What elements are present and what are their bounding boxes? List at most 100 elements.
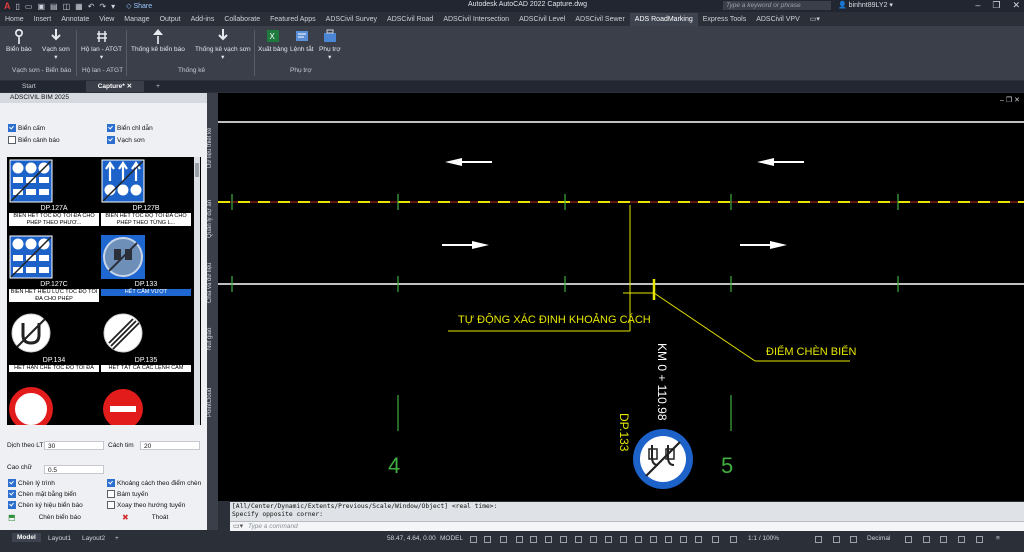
cao-chu-input[interactable]: 0.5: [44, 465, 104, 474]
ribbon-tab-adscivil-vpv[interactable]: ADSCivil VPV: [751, 13, 805, 26]
lock-ui-icon[interactable]: [923, 536, 930, 543]
ribbon-tab-featured-apps[interactable]: Featured Apps: [265, 13, 321, 26]
open-icon[interactable]: ▭: [25, 2, 33, 11]
side-tab-nut-giao[interactable]: Nút giao: [207, 319, 218, 359]
checkbox[interactable]: [107, 501, 115, 509]
tab-start[interactable]: Start: [10, 81, 48, 92]
close-icon[interactable]: ✕: [1012, 0, 1020, 11]
option-xoay-theo-huong[interactable]: Xoay theo hướng tuyến: [107, 501, 185, 509]
graphics-performance-icon[interactable]: [958, 536, 965, 543]
chen-bien-bao-button[interactable]: ⬒ Chèn biển báo: [8, 513, 81, 522]
3d-osnap-icon[interactable]: [650, 536, 657, 543]
ribbon-tab-annotate[interactable]: Annotate: [56, 13, 94, 26]
ribbon-overflow-button[interactable]: ▭▾: [805, 13, 825, 26]
side-tab-pointcloud[interactable]: PointCloud: [207, 377, 218, 427]
model-space-toggle[interactable]: MODEL: [440, 535, 463, 542]
sign-grid-scrollbar[interactable]: [194, 157, 200, 425]
annotation-scale[interactable]: 1:1 / 100%: [748, 535, 779, 542]
option-khoang-cach[interactable]: Khoảng cách theo điểm chèn: [107, 479, 201, 487]
drawing-canvas[interactable]: TỰ ĐỘNG XÁC ĐỊNH KHOẢNG CÁCH ĐIỂM CHÈN B…: [218, 93, 1024, 501]
thoat-button[interactable]: ✖ Thoát: [122, 513, 168, 522]
vach-son-button[interactable]: Vạch sơn ▾: [42, 28, 70, 61]
annotation-monitor-icon[interactable]: [833, 536, 840, 543]
save-icon[interactable]: ▣: [37, 2, 45, 11]
checkbox[interactable]: [8, 501, 16, 509]
tab-capture[interactable]: Capture* ✕: [85, 81, 145, 92]
close-icon[interactable]: ✕: [127, 83, 132, 90]
xuat-bang-button[interactable]: X Xuất bảng: [258, 28, 288, 53]
app-menu-button[interactable]: A: [4, 1, 11, 11]
units-selector[interactable]: Decimal: [867, 535, 890, 542]
restore-icon[interactable]: ❐: [992, 0, 1000, 11]
cach-tim-input[interactable]: 20: [140, 441, 200, 450]
ortho-icon[interactable]: [530, 536, 537, 543]
workspace-icon[interactable]: [815, 536, 822, 543]
sign-item-dp134[interactable]: DP.134 HẾT HẠN CHẾ TỐC ĐỘ TỐI ĐA: [9, 311, 99, 372]
selection-filter-icon[interactable]: [680, 536, 687, 543]
ho-lan-button[interactable]: Hộ lan - ATGT ▾: [81, 28, 122, 61]
isodraft-icon[interactable]: [560, 536, 567, 543]
filter-vach-son[interactable]: Vạch sơn: [107, 136, 145, 144]
dich-theo-lt-input[interactable]: 30: [44, 441, 104, 450]
ribbon-tab-adscivil-intersection[interactable]: ADSCivil Intersection: [438, 13, 514, 26]
object-snap-tracking-icon[interactable]: [575, 536, 582, 543]
ribbon-tab-adscivil-road[interactable]: ADSCivil Road: [382, 13, 438, 26]
sign-item-no-entry-red[interactable]: [9, 387, 99, 425]
option-chen-mat-bang[interactable]: Chèn mặt bằng biển: [8, 490, 77, 498]
object-snap-icon[interactable]: [590, 536, 597, 543]
scrollbar-thumb[interactable]: [195, 163, 199, 177]
search-input[interactable]: Type a keyword or phrase: [723, 1, 831, 10]
tab-layout2[interactable]: Layout2: [82, 535, 105, 542]
dynamic-input-icon[interactable]: [516, 536, 523, 543]
checkbox[interactable]: [8, 124, 16, 132]
ribbon-tab-collaborate[interactable]: Collaborate: [219, 13, 265, 26]
filter-bien-cam[interactable]: Biển cấm: [8, 124, 45, 132]
drawing-svg[interactable]: TỰ ĐỘNG XÁC ĐỊNH KHOẢNG CÁCH ĐIỂM CHÈN B…: [218, 93, 1024, 501]
plus-icon[interactable]: [850, 536, 857, 543]
minimize-icon[interactable]: –: [1000, 97, 1004, 104]
checkbox[interactable]: [107, 479, 115, 487]
ribbon-tab-home[interactable]: Home: [0, 13, 29, 26]
new-icon[interactable]: ▯: [16, 2, 20, 11]
ribbon-tab-adscivil-level[interactable]: ADSCivil Level: [514, 13, 570, 26]
ribbon-tab-adscivil-survey[interactable]: ADSCivil Survey: [321, 13, 382, 26]
lineweight-icon[interactable]: [605, 536, 612, 543]
sign-item-no-entry[interactable]: [101, 387, 191, 425]
side-tab-chia-du-lieu[interactable]: Chia và dữ liệu: [207, 253, 218, 313]
restore-icon[interactable]: ❐: [1006, 97, 1012, 104]
bien-bao-button[interactable]: Biển báo: [6, 28, 32, 53]
undo-icon[interactable]: ↶: [88, 2, 95, 11]
ribbon-tab-ads-roadmarking[interactable]: ADS RoadMarking: [629, 13, 698, 26]
polar-icon[interactable]: [545, 536, 552, 543]
sign-item-dp127b[interactable]: DP.127B BIỂN HẾT TỐC ĐỘ TỐI ĐA CHO PHÉP …: [101, 159, 191, 226]
ribbon-tab-insert[interactable]: Insert: [29, 13, 57, 26]
ribbon-tab-manage[interactable]: Manage: [119, 13, 154, 26]
new-tab-button[interactable]: +: [144, 81, 172, 92]
side-tab-quan-ly-du-an[interactable]: Quản lý dự án: [207, 189, 218, 249]
checkbox[interactable]: [107, 136, 115, 144]
thong-ke-vach-son-button[interactable]: Thống kê vạch sơn ▾: [195, 28, 251, 61]
web-mobile-icon[interactable]: ◫: [63, 2, 71, 11]
inserted-sign-dp133[interactable]: [633, 429, 693, 489]
ribbon-tab-add-ins[interactable]: Add-ins: [186, 13, 220, 26]
checkbox[interactable]: [8, 136, 16, 144]
snap-icon[interactable]: [484, 536, 491, 543]
thong-ke-bien-bao-button[interactable]: Thống kê biển báo: [131, 28, 185, 53]
option-chen-ky-hieu[interactable]: Chèn ký hiệu biển báo: [8, 501, 83, 509]
checkbox[interactable]: [8, 490, 16, 498]
quick-properties-icon[interactable]: [905, 536, 912, 543]
filter-bien-chi-dan[interactable]: Biển chỉ dẫn: [107, 124, 153, 132]
add-layout-button[interactable]: +: [115, 535, 119, 542]
ribbon-tab-output[interactable]: Output: [155, 13, 186, 26]
infer-icon[interactable]: [500, 536, 507, 543]
customization-menu-icon[interactable]: ≡: [996, 535, 1000, 542]
gizmo-icon[interactable]: [695, 536, 702, 543]
checkbox[interactable]: [107, 124, 115, 132]
sign-item-dp133[interactable]: DP.133 HẾT CẤM VƯỢT: [101, 235, 191, 296]
redo-icon[interactable]: ↷: [99, 2, 106, 11]
share-button[interactable]: ◇ Share: [126, 2, 152, 10]
dropdown-icon[interactable]: ▾: [111, 2, 115, 11]
auto-scale-icon[interactable]: [730, 536, 737, 543]
save-as-icon[interactable]: ▤: [50, 2, 58, 11]
sign-item-dp135[interactable]: DP.135 HẾT TẤT CẢ CÁC LỆNH CẤM: [101, 311, 191, 372]
